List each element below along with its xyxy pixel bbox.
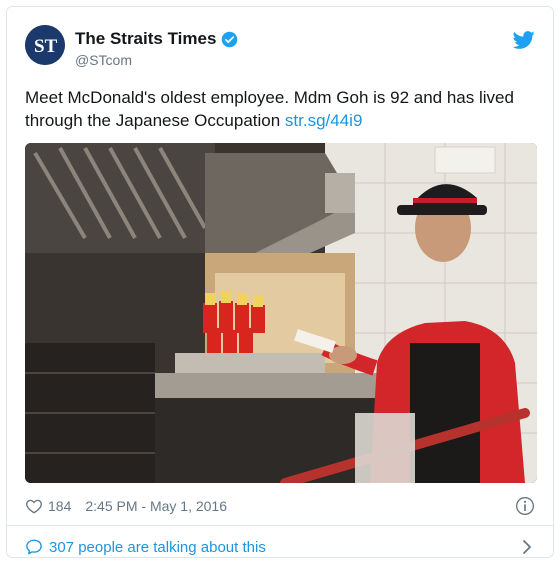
avatar[interactable]: ST: [25, 25, 65, 65]
speech-bubble-icon: [26, 539, 42, 555]
tweet-timestamp[interactable]: 2:45 PM - May 1, 2016: [85, 498, 227, 514]
tweet-header: ST The Straits Times @STcom: [25, 25, 535, 71]
tweet-body: Meet McDonald's oldest employee. Mdm Goh…: [25, 88, 514, 130]
chevron-right-icon[interactable]: [519, 538, 535, 556]
heart-icon[interactable]: [25, 497, 43, 515]
like-count[interactable]: 184: [48, 498, 71, 514]
twitter-bird-icon[interactable]: [513, 29, 535, 51]
talking-text[interactable]: 307 people are talking about this: [49, 539, 266, 556]
st-logo-icon: ST: [25, 25, 65, 65]
footer-divider: [7, 525, 553, 526]
tweet-link[interactable]: str.sg/44i9: [285, 111, 363, 130]
svg-text:ST: ST: [34, 36, 58, 57]
tweet-photo[interactable]: [25, 143, 537, 483]
conversation-link[interactable]: 307 people are talking about this: [25, 534, 535, 560]
author-name-row[interactable]: The Straits Times: [75, 29, 238, 49]
tweet-text: Meet McDonald's oldest employee. Mdm Goh…: [25, 86, 537, 132]
verified-badge-icon: [222, 31, 238, 47]
tweet-meta: 184 2:45 PM - May 1, 2016: [25, 495, 535, 517]
author-handle[interactable]: @STcom: [75, 52, 132, 68]
tweet-card[interactable]: ST The Straits Times @STcom Meet McDonal…: [6, 6, 554, 558]
info-icon[interactable]: [515, 496, 535, 516]
kitchen-photo-illustration: [25, 143, 537, 483]
author-name[interactable]: The Straits Times: [75, 29, 216, 49]
